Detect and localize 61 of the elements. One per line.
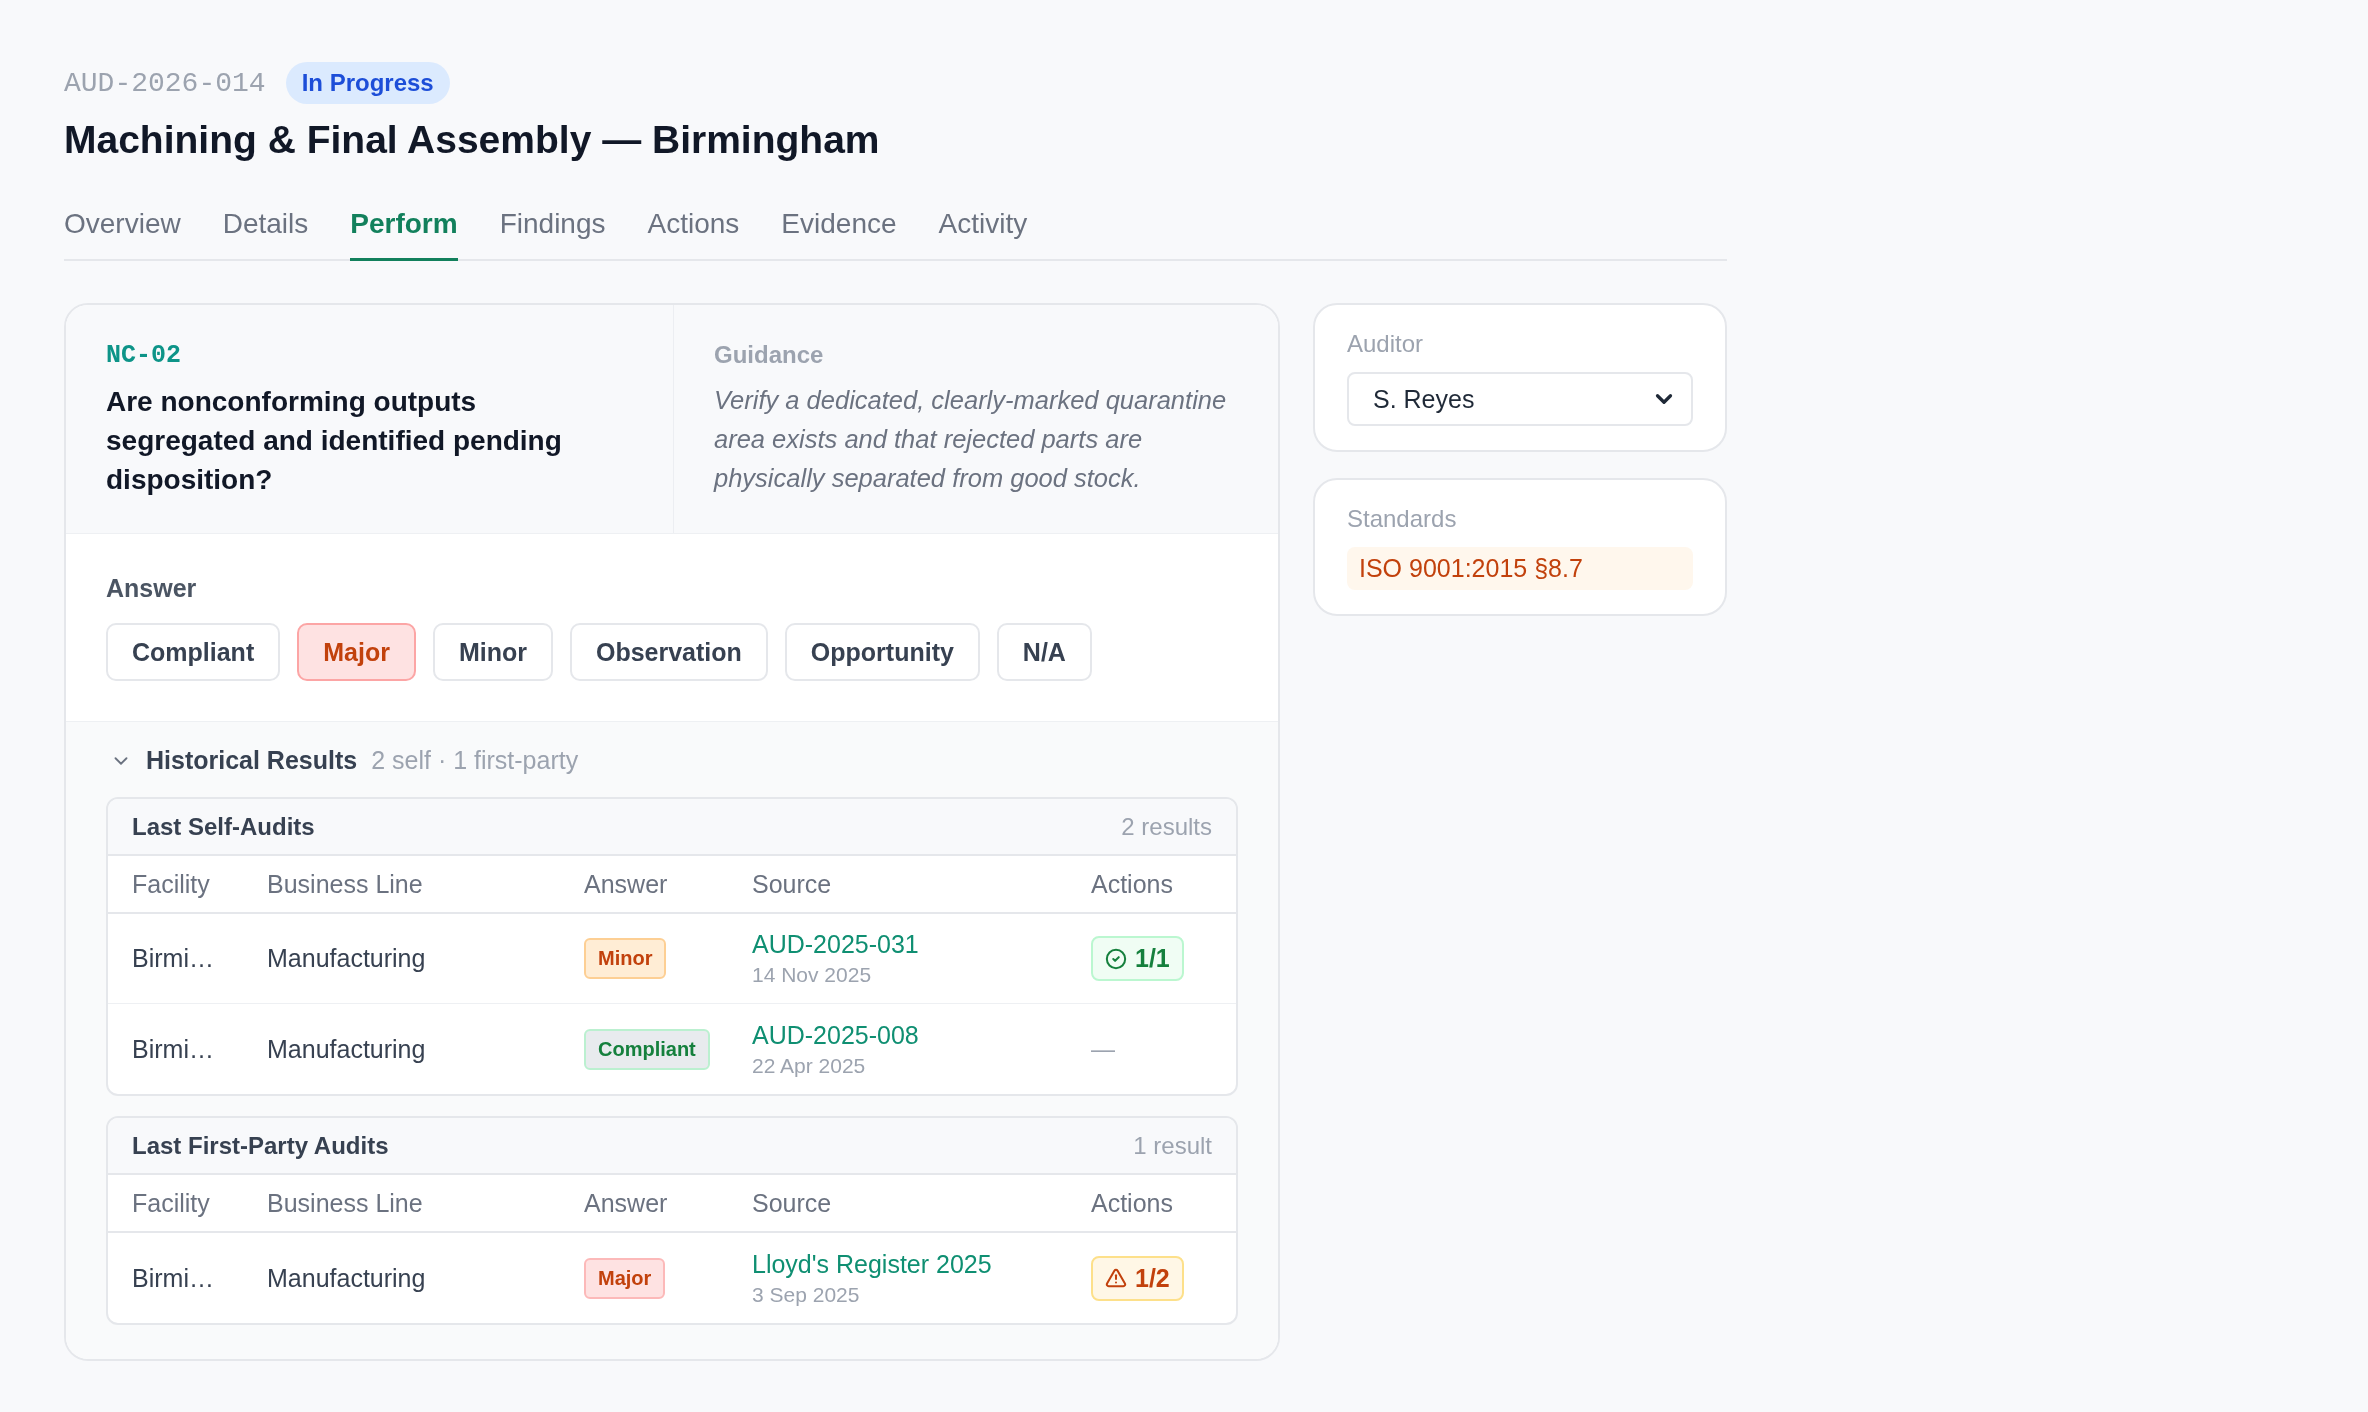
column-header: Facility	[132, 1188, 211, 1218]
historical-results-title[interactable]: Historical Results	[146, 746, 358, 775]
answer-option-button[interactable]: Compliant	[106, 623, 281, 681]
source-date: 22 Apr 2025	[752, 1053, 866, 1078]
warning-icon	[1105, 1267, 1127, 1289]
tab[interactable]: Activity	[938, 208, 1028, 261]
question-text: Are nonconforming outputs segregated and identified pending disposition?	[106, 385, 563, 497]
guidance-text: Verify a dedicated, clearly-marked quarantine area exists and that rejected parts are physically separated from good stock.	[714, 385, 1228, 494]
column-header: Facility	[132, 869, 211, 899]
answer-label: Answer	[106, 574, 198, 603]
answer-tag: Major	[584, 1257, 666, 1299]
column-header: Business Line	[267, 869, 424, 899]
page-title: Machining & Final Assembly — Birmingham	[64, 118, 881, 162]
column-header: Answer	[584, 869, 669, 899]
table-title: Last First-Party Audits	[132, 1131, 389, 1160]
tab[interactable]: Findings	[499, 208, 606, 261]
auditor-label: Auditor	[1347, 330, 1425, 358]
table-cell-text: Birmi…	[132, 1263, 215, 1293]
answer-option-button[interactable]: N/A	[996, 623, 1092, 681]
standards-label: Standards	[1347, 505, 1458, 533]
column-header: Actions	[1091, 1188, 1174, 1218]
answer-option-button[interactable]: Minor	[432, 623, 553, 681]
answer-tag: Minor	[584, 938, 667, 979]
empty-dash: —	[1091, 1035, 1115, 1063]
actions-count[interactable]: 1/2	[1091, 1255, 1184, 1301]
table-cell-text: Manufacturing	[267, 1263, 427, 1293]
historical-summary: 2 self · 1 first-party	[371, 746, 579, 775]
answer-option-button[interactable]: Observation	[569, 623, 768, 681]
audit-id: AUD-2026-014	[64, 67, 266, 99]
source-date: 3 Sep 2025	[752, 1282, 860, 1307]
check-circle-icon	[1105, 947, 1127, 970]
column-header: Source	[752, 869, 833, 899]
column-header: Business Line	[267, 1188, 424, 1218]
source-date: 14 Nov 2025	[752, 963, 872, 987]
column-header: Source	[752, 1188, 833, 1218]
tab[interactable]: Perform	[350, 208, 458, 261]
tab[interactable]: Actions	[647, 208, 740, 261]
answer-option-button[interactable]: Major	[297, 623, 416, 681]
tab[interactable]: Evidence	[781, 208, 897, 261]
result-count: 2 results	[1121, 812, 1212, 841]
source-link[interactable]: Lloyd's Register 2025	[752, 1249, 992, 1279]
table-cell-text: Birmi…	[132, 944, 215, 973]
standard-tag: ISO 9001:2015 §8.7	[1347, 547, 1693, 590]
answer-option-button[interactable]: Opportunity	[784, 623, 980, 681]
source-link[interactable]: AUD-2025-008	[752, 1020, 919, 1050]
tab[interactable]: Details	[222, 208, 309, 261]
table-cell-text: Manufacturing	[267, 1034, 427, 1064]
column-header: Actions	[1091, 869, 1174, 899]
source-link[interactable]: AUD-2025-031	[752, 930, 919, 959]
question-code: NC-02	[106, 341, 182, 370]
guidance-label: Guidance	[714, 341, 825, 369]
auditor-select[interactable]: S. Reyes	[1347, 372, 1693, 426]
actions-count[interactable]: 1/1	[1091, 936, 1184, 981]
status-badge: In Progress	[285, 62, 450, 104]
table-cell-text: Manufacturing	[267, 944, 427, 973]
table-title: Last Self-Audits	[132, 812, 315, 841]
tab[interactable]: Overview	[64, 208, 181, 261]
column-header: Answer	[584, 1188, 669, 1218]
answer-tag: Compliant	[584, 1028, 710, 1070]
table-cell-text: Birmi…	[132, 1034, 215, 1064]
result-count: 1 result	[1133, 1131, 1212, 1160]
